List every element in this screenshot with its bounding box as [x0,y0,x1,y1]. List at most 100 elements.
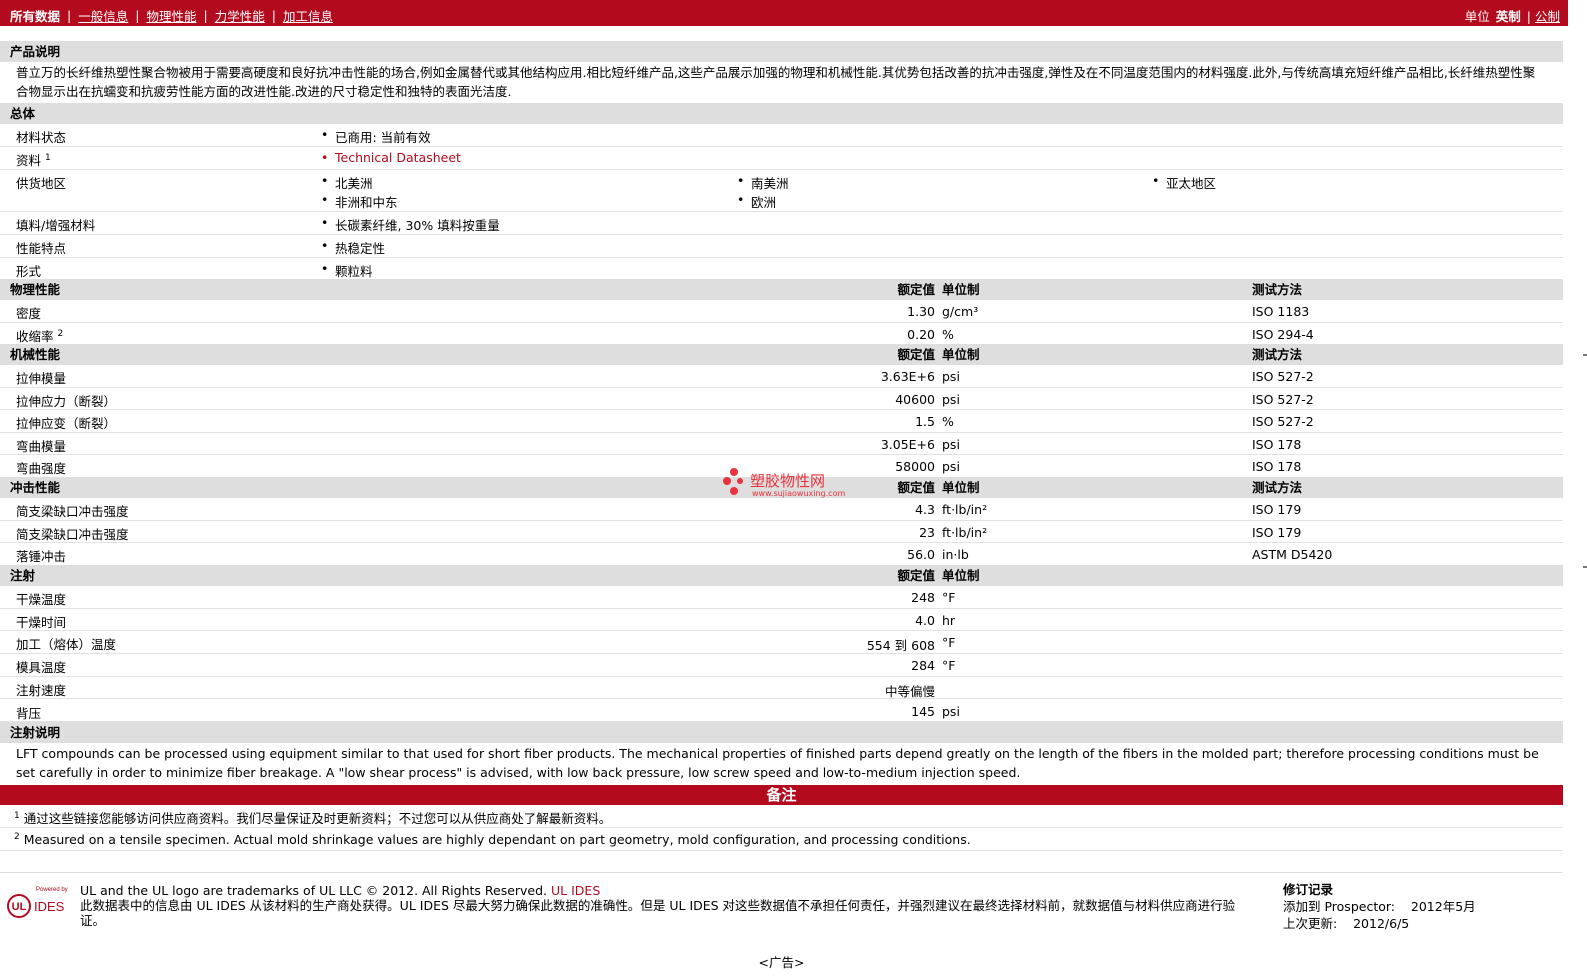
footer-trademark: UL and the UL logo are trademarks of UL … [80,883,600,898]
injection-notes-text: LFT compounds can be processed using equ… [16,746,1539,780]
general-row-resource: 资料 1 Technical Datasheet [0,147,1563,170]
section-title: 机械性能 [10,347,61,362]
footer-disclaimer-end: 证。 [80,913,106,928]
revision-title: 修订记录 [1283,882,1334,897]
watermark-title: 塑胶物性网 [750,472,826,490]
table-row: 模具温度 284 °F [0,654,1563,677]
section-title: 注射 [10,568,36,583]
row-unit: psi [942,703,960,719]
table-row: 弯曲模量 3.05E+6 psi ISO 178 [0,433,1563,456]
note-row: 1 通过这些链接您能够访问供应商资料。我们尽量保证及时更新资料；不过您可以从供应… [0,805,1563,828]
table-row: 加工（熔体）温度 554 到 608 °F [0,631,1563,655]
row-label: 填料/增强材料 [16,218,96,233]
col-header-value: 额定值 [897,347,935,362]
region-item: 北美洲 [321,173,372,192]
section-product-description: 产品说明 [0,41,1563,62]
table-row: 收缩率 2 0.20% ISO 294-4 [0,323,1563,346]
ul-ides-logo: UL Powered by IDES [6,884,72,924]
row-label: 干燥时间 [16,614,67,630]
note-text: 通过这些链接您能够访问供应商资料。我们尽量保证及时更新资料；不过您可以从供应商处… [23,811,612,826]
row-unit: ft·lb/in² [942,524,988,540]
tab-general-info[interactable]: 一般信息 [78,6,128,25]
section-injection: 注射 额定值 单位制 [0,565,1563,586]
logo-ides-text: IDES [34,899,65,914]
row-label: 供货地区 [16,176,67,191]
tab-processing[interactable]: 加工信息 [283,6,333,25]
row-label: 性能特点 [16,241,67,256]
form-value: 颗粒料 [321,261,372,280]
section-title: 总体 [10,106,36,121]
table-row: 拉伸应变（断裂） 1.5% ISO 527-2 [0,410,1563,433]
col-header-method: 测试方法 [1252,480,1303,495]
units-metric-link[interactable]: 公制 [1535,9,1560,24]
technical-datasheet-link[interactable]: Technical Datasheet [321,150,461,165]
row-unit: in·lb [942,547,969,563]
revision-added: 添加到 Prospector: 2012年5月 [1283,899,1476,914]
section-tabs: 所有数据 | 一般信息 | 物理性能 | 力学性能 | 加工信息 [10,6,333,25]
general-row-regions: 供货地区 北美洲 南美洲 亚太地区 非洲和中东 欧洲 [0,170,1563,212]
watermark: 塑胶物性网 www.sujiaowuxing.com [722,466,845,501]
row-value: 4.3 [915,502,935,517]
footnote-ref: 2 [57,328,64,339]
row-value: 3.63E+6 [880,369,935,384]
table-row: 拉伸应力（断裂） 40600 psi ISO 527-2 [0,388,1563,411]
logo-ul-text: UL [12,901,27,913]
row-unit: psi [942,391,960,407]
feature-value: 热稳定性 [321,238,385,257]
row-value: 248 [911,590,935,605]
table-row: 拉伸模量 3.63E+6 psi ISO 527-2 [0,365,1563,388]
region-item: 非洲和中东 [321,192,397,211]
table-row: 干燥温度 248 °F [0,586,1563,609]
ul-ides-link[interactable]: UL IDES [551,883,600,898]
col-header-method: 测试方法 [1252,282,1303,297]
row-unit: °F [942,635,956,651]
row-test-method: ISO 179 [1252,524,1302,540]
row-value: 中等偏慢 [884,683,935,699]
status-value: 已商用: 当前有效 [321,127,431,146]
row-label: 干燥温度 [16,592,67,607]
row-unit: g/cm³ [942,304,979,319]
row-unit: psi [942,369,960,384]
filler-value: 长碳素纤维, 30% 填料按重量 [321,215,500,234]
table-row: 落锤冲击 56.0 in·lb ASTM D5420 [0,543,1563,566]
row-test-method: ISO 527-2 [1252,414,1314,430]
row-unit: % [942,414,954,430]
row-unit: % [942,327,954,342]
row-label: 简支梁缺口冲击强度 [16,526,129,542]
section-injection-notes: 注射说明 [0,722,1563,743]
row-label: 弯曲模量 [16,438,67,454]
table-row: 密度 1.30 g/cm³ ISO 1183 [0,300,1563,323]
tab-physical[interactable]: 物理性能 [146,6,196,25]
tab-mechanical[interactable]: 力学性能 [215,6,265,25]
col-header-method: 测试方法 [1252,347,1303,362]
section-title: 物理性能 [10,282,61,297]
row-label: 注射速度 [16,682,67,698]
watermark-dots-icon [723,468,743,495]
watermark-url: www.sujiaowuxing.com [752,489,846,498]
row-value: 284 [911,658,935,674]
row-label: 简支梁缺口冲击强度 [16,504,129,519]
row-unit: psi [942,436,960,452]
row-unit: hr [942,612,956,628]
row-value: 40600 [895,391,935,407]
row-value: 1.5 [915,414,935,430]
row-label: 密度 [16,306,42,321]
col-header-value: 额定值 [897,568,935,583]
row-unit: °F [942,658,956,674]
region-item: 南美洲 [737,173,788,192]
row-label: 材料状态 [16,130,67,145]
row-value: 4.0 [915,612,935,628]
row-test-method: ISO 1183 [1252,304,1310,319]
row-label: 拉伸应力（断裂） [16,393,117,409]
table-row: 干燥时间 4.0 hr [0,609,1563,632]
scrollbar-tick [1583,354,1587,356]
units-label: 单位 [1464,9,1490,24]
tab-all-data[interactable]: 所有数据 [10,6,60,25]
row-unit: ft·lb/in² [942,502,988,517]
revision-updated: 上次更新: 2012/6/5 [1283,916,1410,931]
footnote-number: 2 [14,832,20,842]
row-test-method: ISO 178 [1252,459,1302,475]
product-description-text: 普立万的长纤维热塑性聚合物被用于需要高硬度和良好抗冲击性能的场合,例如金属替代或… [16,65,1536,99]
col-header-unit: 单位制 [942,480,980,495]
general-row-filler: 填料/增强材料 长碳素纤维, 30% 填料按重量 [0,212,1563,235]
